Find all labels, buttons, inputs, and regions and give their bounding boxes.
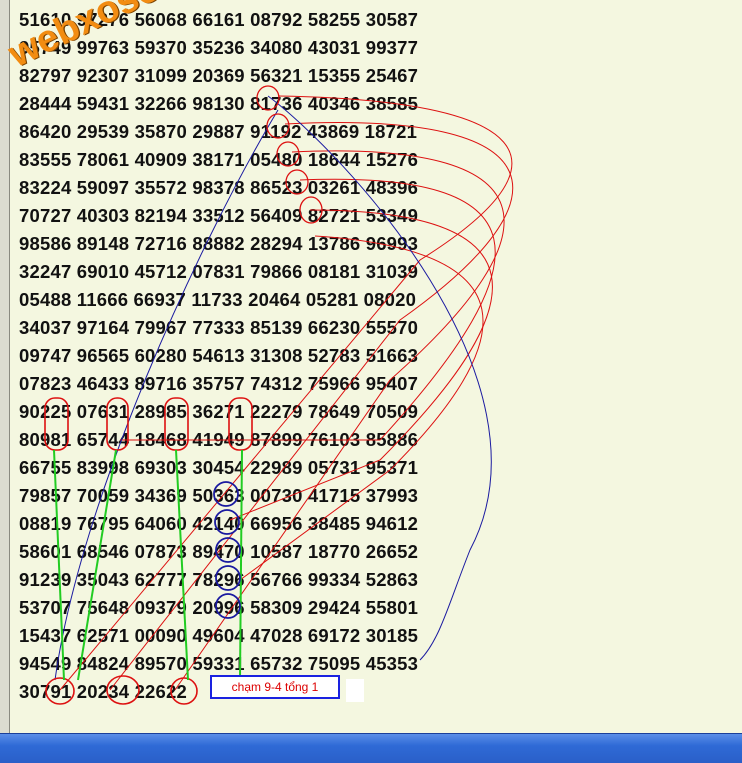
result-row: 70727 40303 82194 33512 56409 82721 5334…: [19, 205, 419, 226]
results-grid: 51610 97276 56068 66161 08792 58255 3058…: [19, 6, 418, 706]
result-row: 34037 97164 79967 77333 85139 66230 5557…: [19, 317, 419, 338]
result-row: 90225 07631 28985 36271 22279 78649 7050…: [19, 401, 419, 422]
result-row: 66755 83998 69303 30454 22989 05731 9537…: [19, 457, 419, 478]
lottery-results-page: 51610 97276 56068 66161 08792 58255 3058…: [0, 0, 742, 763]
result-row: 32247 69010 45712 07831 79866 08181 3103…: [19, 261, 419, 282]
result-row: 80981 65744 18468 41949 87899 76103 8588…: [19, 429, 419, 450]
result-row: 86420 29539 35870 29887 91192 43869 1872…: [19, 121, 418, 142]
result-row: 15437 62571 00090 49604 47028 69172 3018…: [19, 625, 419, 646]
blank-patch: [346, 679, 364, 702]
result-row: 09747 96565 60280 54613 31308 52783 5166…: [19, 345, 419, 366]
result-row: 07823 46433 89716 35757 74312 75966 9540…: [19, 373, 419, 394]
result-row: 82797 92307 31099 20369 56321 15355 2546…: [19, 65, 419, 86]
result-row: 94549 84824 89570 59331 65732 75095 4535…: [19, 653, 419, 674]
window-left-border: [0, 0, 10, 733]
result-row: 98586 89148 72716 88882 28294 13786 9699…: [19, 233, 419, 254]
result-row: 79857 70059 34369 50363 00730 41715 3799…: [19, 485, 419, 506]
result-row: 83224 59097 35572 98378 86523 03261 4839…: [19, 177, 419, 198]
taskbar[interactable]: [0, 733, 742, 763]
result-row: 83555 78061 40909 38171 05480 18644 1527…: [19, 149, 419, 170]
result-row: 53707 75648 09379 20996 58309 29424 5580…: [19, 597, 419, 618]
result-row: 28444 59431 32266 98130 81736 40346 3858…: [19, 93, 419, 114]
result-row: 58601 68546 07873 89470 10587 18770 2665…: [19, 541, 419, 562]
result-row: 91239 35043 62777 78296 56766 99334 5286…: [19, 569, 419, 590]
result-row: 05488 11666 66937 11733 20464 05281 0802…: [19, 289, 417, 310]
note-box: chạm 9-4 tổng 1: [210, 675, 340, 699]
result-row: 08819 76795 64060 42140 66956 38485 9461…: [19, 513, 419, 534]
